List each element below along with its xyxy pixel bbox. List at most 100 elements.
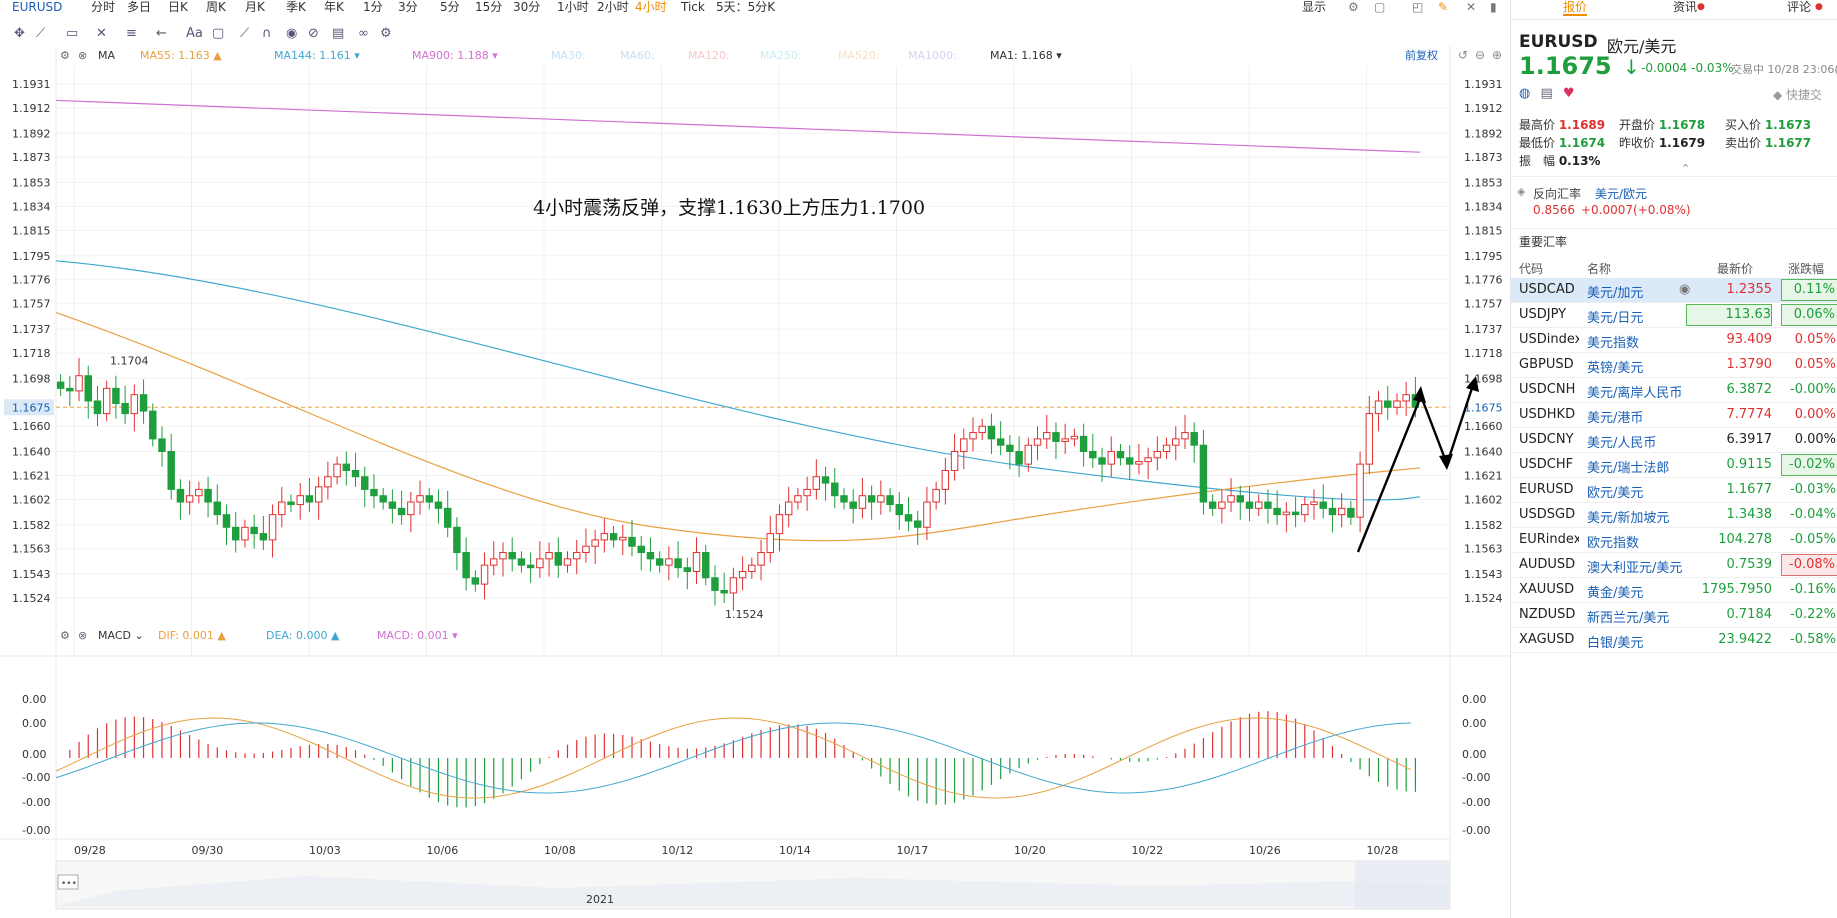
candle-body[interactable] xyxy=(1282,511,1291,516)
candle-body[interactable] xyxy=(591,539,599,547)
candle-body[interactable] xyxy=(149,410,157,440)
arrow-tool-icon[interactable]: ← xyxy=(156,26,167,41)
hide-icon[interactable]: ⊘ xyxy=(308,26,319,41)
candle-body[interactable] xyxy=(628,536,636,547)
candle-body[interactable] xyxy=(582,545,590,554)
timeframe-3[interactable]: 日K xyxy=(168,0,188,14)
header-0[interactable]: 代码 xyxy=(1519,260,1543,277)
chart-area[interactable]: 1.1931 1.1931 1.1912 1.1912 1.1892 1.1892 1.18… xyxy=(0,46,1510,918)
collapse-icon[interactable]: ⌃ xyxy=(1681,162,1690,175)
delete-icon[interactable]: ▤ xyxy=(332,26,344,41)
candle-body[interactable] xyxy=(1061,438,1069,442)
close-icon[interactable]: ✕ xyxy=(1466,0,1476,14)
candle-body[interactable] xyxy=(296,495,304,506)
candle-body[interactable] xyxy=(1135,461,1143,465)
line-tool-icon[interactable]: ⟋ xyxy=(36,26,45,41)
candle-body[interactable] xyxy=(729,577,738,594)
candle-body[interactable] xyxy=(130,394,139,415)
candle-body[interactable] xyxy=(563,558,572,566)
candle-body[interactable] xyxy=(720,589,728,594)
favorite-icon[interactable]: ♥ xyxy=(1563,86,1575,101)
candle-body[interactable] xyxy=(1162,444,1171,453)
candle-body[interactable] xyxy=(75,375,83,392)
candle-body[interactable] xyxy=(361,476,369,490)
candle-body[interactable] xyxy=(1236,495,1245,503)
rect-tool-icon[interactable]: ▭ xyxy=(66,26,78,41)
link-icon[interactable]: ∞ xyxy=(358,26,369,41)
candle-body[interactable] xyxy=(969,432,977,440)
candle-body[interactable] xyxy=(821,476,830,484)
candle-body[interactable] xyxy=(1172,438,1180,446)
candle-body[interactable] xyxy=(434,501,443,509)
candle-body[interactable] xyxy=(803,488,811,497)
candle-body[interactable] xyxy=(416,495,424,503)
timeframe-6[interactable]: 季K xyxy=(286,0,306,14)
header-2[interactable]: 最新价 xyxy=(1717,260,1753,277)
candle-body[interactable] xyxy=(407,501,415,516)
candle-body[interactable] xyxy=(102,387,111,415)
candle-body[interactable] xyxy=(499,552,507,560)
rate-name[interactable]: 新西兰元/美元 xyxy=(1587,607,1687,626)
text-tool-icon[interactable]: Aa xyxy=(186,26,203,41)
candle-body[interactable] xyxy=(646,552,655,560)
candle-body[interactable] xyxy=(425,495,433,503)
timeframe-2[interactable]: 多日 xyxy=(127,0,151,14)
candle-body[interactable] xyxy=(766,533,774,554)
candle-body[interactable] xyxy=(453,526,461,554)
candle-body[interactable] xyxy=(158,438,166,453)
eye-icon[interactable]: ◉ xyxy=(286,26,297,41)
display-menu[interactable]: 显示 xyxy=(1302,0,1326,14)
candle-body[interactable] xyxy=(471,577,480,585)
candle-body[interactable] xyxy=(1328,507,1337,516)
candle-body[interactable] xyxy=(222,514,231,528)
candle-body[interactable] xyxy=(904,514,913,522)
candle-body[interactable] xyxy=(987,425,996,440)
header-3[interactable]: 涨跌幅 xyxy=(1788,260,1824,277)
candle-body[interactable] xyxy=(305,495,314,503)
candle-body[interactable] xyxy=(812,476,821,490)
timeframe-8[interactable]: 1分 xyxy=(363,0,383,14)
candle-body[interactable] xyxy=(1024,444,1033,465)
candle-body[interactable] xyxy=(738,570,747,579)
tab-2[interactable]: 评论 xyxy=(1787,0,1811,14)
timeframe-5[interactable]: 月K xyxy=(245,0,265,14)
edit-icon[interactable]: ✎ xyxy=(1438,0,1448,14)
reverse-pair[interactable]: 美元/欧元 xyxy=(1595,185,1647,202)
rate-name[interactable]: 澳大利亚元/美元 xyxy=(1587,557,1687,576)
timeframe-11[interactable]: 15分 xyxy=(475,0,502,14)
candle-body[interactable] xyxy=(886,495,894,506)
candle-body[interactable] xyxy=(748,564,756,572)
candle-body[interactable] xyxy=(600,533,609,541)
candle-body[interactable] xyxy=(231,526,240,541)
rate-name[interactable]: 美元/瑞士法郎 xyxy=(1587,457,1687,476)
rate-row[interactable]: USDCHF 美元/瑞士法郎 0.9115 -0.02% xyxy=(1511,453,1837,478)
candle-body[interactable] xyxy=(66,387,74,392)
candle-body[interactable] xyxy=(692,552,701,572)
rate-name[interactable]: 美元/港币 xyxy=(1587,407,1687,426)
candle-body[interactable] xyxy=(259,533,268,541)
rate-row[interactable]: USDCAD 美元/加元 1.2355 0.11% ◉ xyxy=(1511,278,1837,303)
rate-row[interactable]: USDSGD 美元/新加坡元 1.3438 -0.04% xyxy=(1511,503,1837,528)
candle-body[interactable] xyxy=(314,486,323,503)
rate-row[interactable]: XAUUSD 黄金/美元 1795.7950 -0.16% xyxy=(1511,578,1837,603)
rate-name[interactable]: 欧元/美元 xyxy=(1587,482,1687,501)
candle-body[interactable] xyxy=(1337,507,1346,516)
watch-eye-icon[interactable]: ◉ xyxy=(1679,282,1690,297)
candle-body[interactable] xyxy=(278,501,286,516)
candle-body[interactable] xyxy=(241,526,249,541)
candle-body[interactable] xyxy=(683,567,692,572)
candle-body[interactable] xyxy=(517,558,526,566)
rate-name[interactable]: 欧元指数 xyxy=(1587,532,1687,551)
candle-body[interactable] xyxy=(960,438,968,453)
rate-row[interactable]: XAGUSD 白银/美元 23.9422 -0.58% xyxy=(1511,628,1837,653)
candle-body[interactable] xyxy=(867,495,876,503)
candle-body[interactable] xyxy=(370,488,378,497)
candle-body[interactable] xyxy=(1070,435,1079,440)
screenshot-icon[interactable]: ◰ xyxy=(1412,0,1423,14)
timeframe-13[interactable]: 1小时 xyxy=(557,0,589,14)
rate-row[interactable]: GBPUSD 英镑/美元 1.3790 0.05% xyxy=(1511,353,1837,378)
rate-row[interactable]: USDCNY 美元/人民币 6.3917 0.00% xyxy=(1511,428,1837,453)
tab-0[interactable]: 报价 xyxy=(1563,0,1588,16)
candle-body[interactable] xyxy=(840,495,848,503)
timeframe-1[interactable]: 分时 xyxy=(91,0,115,14)
